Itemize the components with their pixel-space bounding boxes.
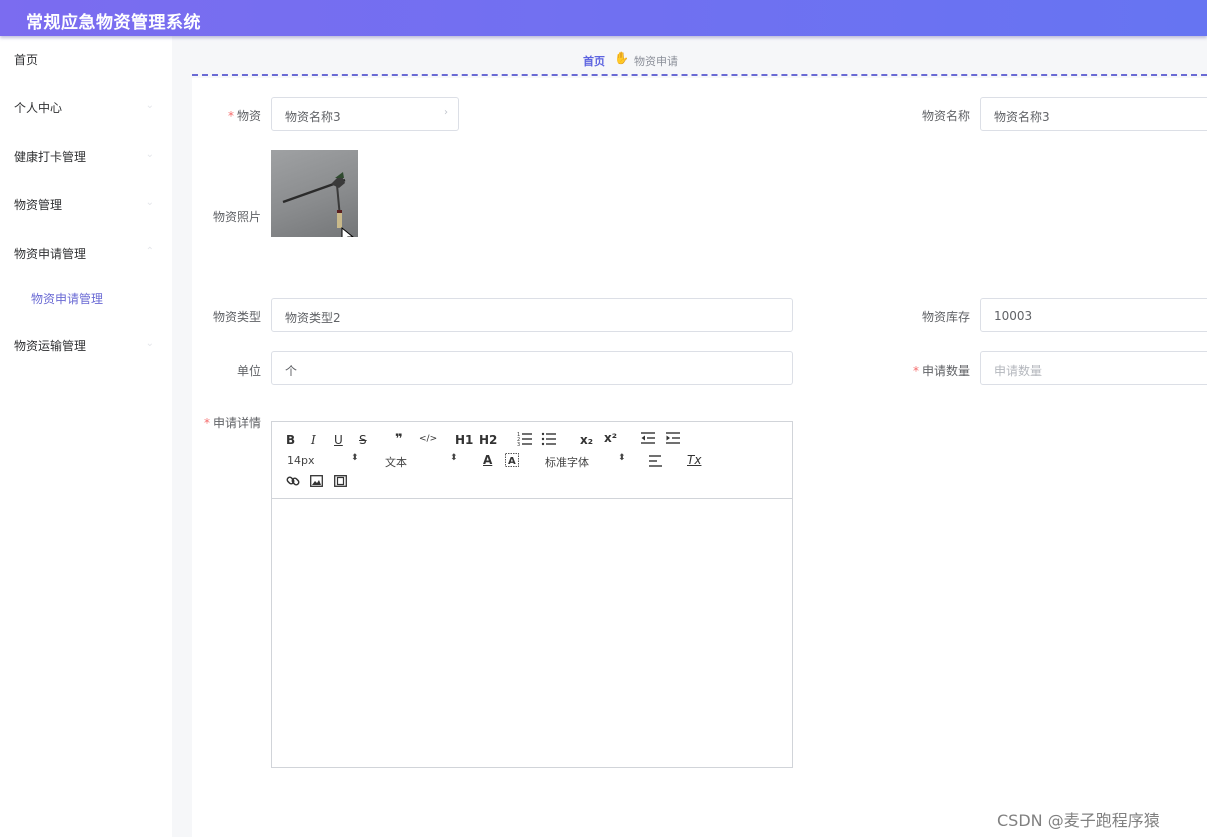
required-mark: * bbox=[203, 416, 210, 430]
details-label: * 申请详情 bbox=[171, 414, 261, 431]
material-type-value: 物资类型2 bbox=[285, 311, 341, 325]
unit-label: 单位 bbox=[236, 364, 261, 378]
stock-label: 物资库存 bbox=[921, 310, 970, 324]
required-mark: * bbox=[227, 109, 234, 123]
chevron-down-icon: ⌄ bbox=[145, 338, 154, 349]
sidebar-item-label: 物资申请管理 bbox=[14, 247, 87, 261]
underline-button[interactable]: U bbox=[334, 433, 343, 447]
stock-field[interactable]: 10003 bbox=[980, 298, 1207, 332]
photo-label: 物资照片 bbox=[212, 210, 261, 224]
material-type-field[interactable]: 物资类型2 bbox=[271, 298, 793, 332]
watermark: CSDN @麦子跑程序猿 bbox=[997, 811, 1160, 830]
image-icon[interactable] bbox=[310, 475, 323, 490]
quantity-label: * 申请数量 bbox=[880, 362, 970, 379]
sidebar-item-label: 个人中心 bbox=[14, 101, 63, 115]
required-mark: * bbox=[912, 364, 919, 378]
font-size-select[interactable]: 14px bbox=[287, 454, 315, 467]
h1-button[interactable]: H1 bbox=[455, 433, 473, 447]
material-select-value: 物资名称3 bbox=[285, 110, 341, 124]
sidebar-item-label: 首页 bbox=[14, 53, 39, 67]
sidebar-item-label: 物资申请管理 bbox=[31, 292, 104, 306]
quantity-input[interactable]: 申请数量 bbox=[980, 351, 1207, 385]
header-select[interactable]: 文本 bbox=[385, 454, 407, 470]
ordered-list-icon[interactable]: 123 bbox=[517, 430, 533, 449]
editor-toolbar: B I U S ❞ </> H1 H2 123 x₂ x² 14px ⬍ 文本 … bbox=[272, 422, 792, 499]
breadcrumb-divider bbox=[192, 74, 1207, 76]
sidebar-item-label: 物资管理 bbox=[14, 198, 63, 212]
sidebar-subitem-application-management[interactable]: 物资申请管理 bbox=[0, 275, 172, 323]
bullet-list-icon[interactable] bbox=[541, 430, 557, 449]
material-photo-image bbox=[282, 172, 354, 237]
align-left-icon[interactable] bbox=[649, 454, 663, 471]
material-name-field[interactable]: 物资名称3 bbox=[980, 97, 1207, 131]
svg-text:A: A bbox=[508, 456, 516, 467]
clean-format-button[interactable]: Tx bbox=[687, 453, 701, 467]
sidebar-item-label: 物资运输管理 bbox=[14, 339, 87, 353]
sidebar-item-home[interactable]: 首页 bbox=[0, 36, 172, 84]
strike-button[interactable]: S bbox=[359, 433, 367, 447]
header-select-value: 文本 bbox=[385, 456, 407, 469]
hand-icon: ✋ bbox=[614, 51, 629, 65]
stock-value: 10003 bbox=[994, 309, 1033, 323]
breadcrumb-home-link[interactable]: 首页 bbox=[583, 53, 605, 69]
sidebar-item-material-management[interactable]: 物资管理 ⌄ bbox=[0, 181, 172, 229]
chevron-down-icon: ⌄ bbox=[145, 149, 154, 160]
chevron-up-icon: ⌃ bbox=[145, 246, 154, 257]
subscript-button[interactable]: x₂ bbox=[580, 433, 593, 447]
font-size-select-value: 14px bbox=[287, 454, 315, 467]
material-name-value: 物资名称3 bbox=[994, 110, 1050, 124]
link-icon[interactable] bbox=[286, 474, 300, 491]
quantity-label-text: 申请数量 bbox=[921, 364, 970, 378]
rich-text-editor: B I U S ❞ </> H1 H2 123 x₂ x² 14px ⬍ 文本 … bbox=[271, 421, 793, 768]
h2-button[interactable]: H2 bbox=[479, 433, 497, 447]
code-button[interactable]: </> bbox=[419, 434, 437, 444]
sidebar-item-health-checkin[interactable]: 健康打卡管理 ⌄ bbox=[0, 133, 172, 181]
sidebar-item-personal-center[interactable]: 个人中心 ⌄ bbox=[0, 84, 172, 132]
material-label: * 物资 bbox=[171, 107, 261, 124]
svg-text:3: 3 bbox=[517, 442, 520, 446]
background-color-icon[interactable]: A bbox=[505, 453, 519, 470]
font-family-select-value: 标准字体 bbox=[545, 456, 589, 469]
chevron-right-icon: › bbox=[444, 107, 448, 118]
blockquote-button[interactable]: ❞ bbox=[395, 432, 403, 447]
material-name-label: 物资名称 bbox=[921, 109, 970, 123]
material-type-label: 物资类型 bbox=[212, 310, 261, 324]
unit-field[interactable]: 个 bbox=[271, 351, 793, 385]
quantity-placeholder: 申请数量 bbox=[994, 364, 1043, 378]
indent-icon[interactable] bbox=[666, 431, 680, 448]
superscript-button[interactable]: x² bbox=[604, 431, 617, 445]
material-photo[interactable] bbox=[271, 150, 358, 237]
breadcrumb: 首页 ✋ 物资申请 bbox=[172, 36, 1207, 78]
editor-content-area[interactable] bbox=[272, 500, 792, 767]
italic-button[interactable]: I bbox=[311, 433, 316, 447]
text-color-button[interactable]: A bbox=[483, 453, 492, 467]
sidebar: 首页 个人中心 ⌄ 健康打卡管理 ⌄ 物资管理 ⌄ 物资申请管理 ⌃ 物资申请管… bbox=[0, 36, 172, 837]
sidebar-item-transport-management[interactable]: 物资运输管理 ⌄ bbox=[0, 322, 172, 370]
sidebar-item-label: 健康打卡管理 bbox=[14, 150, 87, 164]
chevron-down-icon: ⌄ bbox=[145, 100, 154, 111]
sidebar-item-application-management[interactable]: 物资申请管理 ⌃ bbox=[0, 230, 172, 278]
details-label-text: 申请详情 bbox=[212, 416, 261, 430]
material-label-text: 物资 bbox=[236, 109, 261, 123]
outdent-icon[interactable] bbox=[641, 431, 655, 448]
top-header: 常规应急物资管理系统 bbox=[0, 0, 1207, 36]
chevron-down-icon: ⌄ bbox=[145, 197, 154, 208]
bold-button[interactable]: B bbox=[286, 433, 295, 447]
breadcrumb-current: 物资申请 bbox=[634, 55, 678, 68]
material-select[interactable]: 物资名称3 › bbox=[271, 97, 459, 131]
font-family-select[interactable]: 标准字体 bbox=[545, 454, 589, 470]
app-title: 常规应急物资管理系统 bbox=[26, 13, 201, 33]
video-icon[interactable] bbox=[334, 475, 347, 490]
unit-value: 个 bbox=[285, 364, 298, 378]
